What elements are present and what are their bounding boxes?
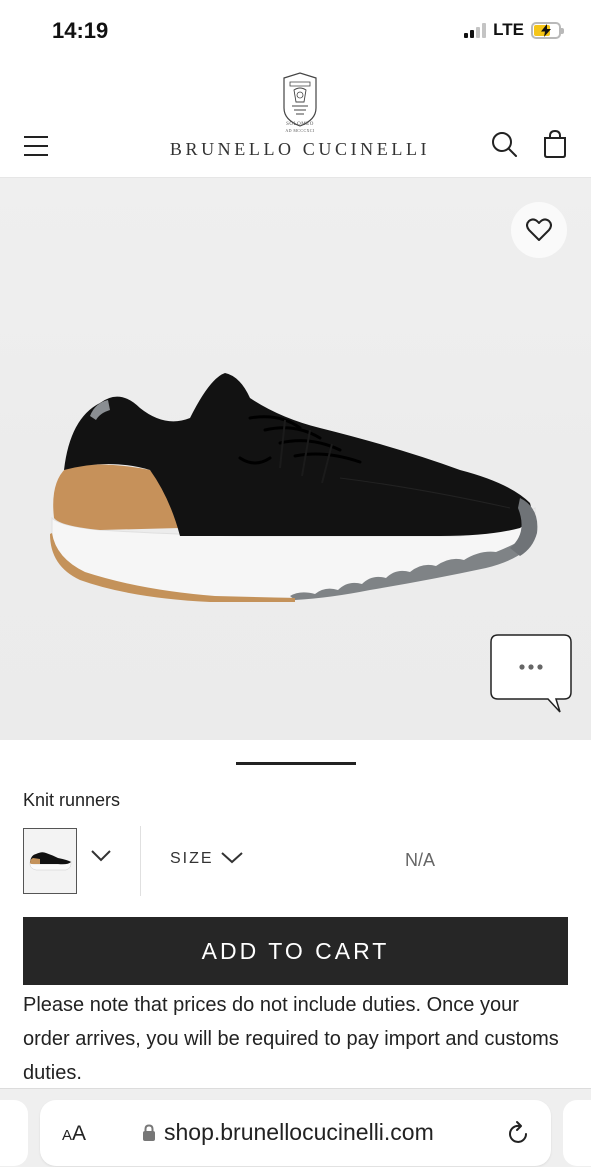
duties-note: Please note that prices do not include d… <box>23 994 559 1084</box>
favorite-button[interactable] <box>511 202 567 258</box>
next-tab-peek[interactable] <box>563 1100 591 1166</box>
site-header: SOLOMEO AD MCCCXCI BRUNELLO CUCINELLI <box>0 64 591 178</box>
logo-caption-top: SOLOMEO <box>286 122 314 127</box>
text-size-button[interactable]: AA <box>62 1122 86 1146</box>
hamburger-menu-icon[interactable] <box>24 136 48 156</box>
battery-icon <box>531 21 564 39</box>
reload-icon[interactable] <box>507 1120 531 1146</box>
size-value: N/A <box>405 850 436 870</box>
network-type: LTE <box>493 20 524 39</box>
size-selector-label[interactable]: SIZE <box>170 850 214 868</box>
shopping-bag-icon[interactable] <box>542 130 568 158</box>
add-to-cart-button[interactable]: ADD TO CART <box>23 917 568 985</box>
text-size-big-a: A <box>72 1122 87 1145</box>
chat-bubble-icon[interactable] <box>490 634 572 714</box>
product-image[interactable] <box>0 178 591 740</box>
url-text[interactable]: shop.brunellocucinelli.com <box>164 1119 434 1146</box>
signal-icon <box>464 22 487 38</box>
options-divider <box>140 826 141 896</box>
text-size-small-a: A <box>62 1127 73 1144</box>
search-icon[interactable] <box>490 130 518 158</box>
status-indicators: LTE <box>464 20 564 40</box>
previous-tab-peek[interactable] <box>0 1100 28 1166</box>
browser-toolbar: AA shop.brunellocucinelli.com <box>0 1088 591 1167</box>
heart-icon <box>526 218 552 241</box>
size-chevron-down-icon[interactable] <box>221 852 243 864</box>
chevron-down-icon[interactable] <box>91 850 111 862</box>
status-bar: 14:19 LTE <box>0 0 591 64</box>
sneaker-image <box>50 373 538 602</box>
sneaker-thumbnail-icon <box>29 852 72 871</box>
status-time: 14:19 <box>52 18 109 43</box>
logo-caption-bottom: AD MCCCXCI <box>285 128 315 133</box>
product-name: Knit runners <box>23 790 121 810</box>
address-bar[interactable]: AA shop.brunellocucinelli.com <box>40 1100 551 1166</box>
brand-name: BRUNELLO CUCINELLI <box>169 139 431 159</box>
lock-icon <box>143 1124 155 1141</box>
color-thumbnail[interactable] <box>23 828 77 894</box>
image-pager-indicator[interactable] <box>236 762 356 765</box>
brand-logo[interactable]: SOLOMEO AD MCCCXCI BRUNELLO CUCINELLI <box>160 72 440 172</box>
product-options: SIZE N/A <box>23 826 568 896</box>
